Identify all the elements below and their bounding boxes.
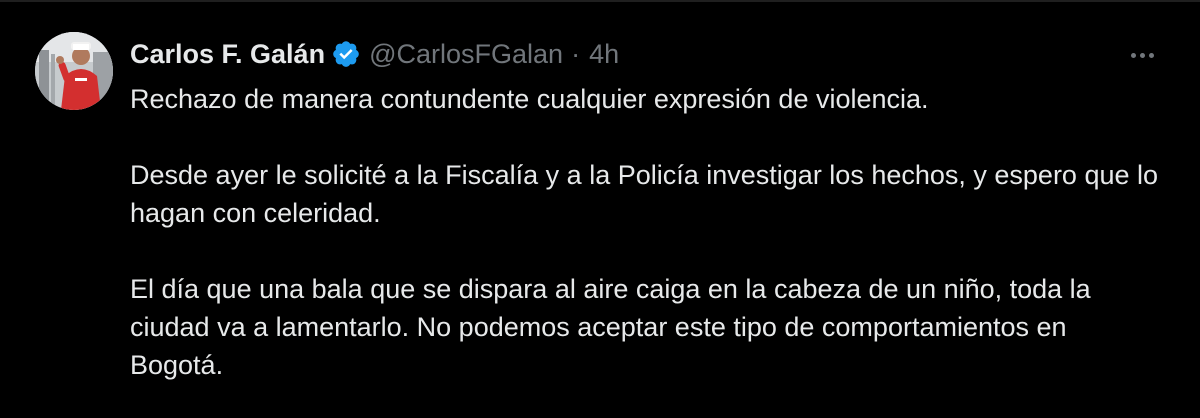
tweet-text: Rechazo de manera contundente cualquier …: [130, 80, 1160, 384]
avatar[interactable]: [35, 32, 113, 110]
more-dot: [1130, 52, 1136, 58]
more-dot: [1148, 52, 1154, 58]
verified-badge-icon: [331, 39, 361, 69]
author-handle[interactable]: @CarlosFGalan: [369, 39, 563, 70]
separator-dot: ·: [571, 38, 581, 69]
tweet-paragraph: El día que una bala que se dispara al ai…: [130, 274, 1091, 380]
author-display-name[interactable]: Carlos F. Galán: [130, 39, 325, 70]
tweet-header: Carlos F. Galán @CarlosFGalan · 4h: [130, 34, 619, 74]
tweet-paragraph: Rechazo de manera contundente cualquier …: [130, 84, 929, 114]
more-options-icon[interactable]: [1124, 40, 1160, 70]
tweet-paragraph: Desde ayer le solicité a la Fiscalía y a…: [130, 160, 1159, 228]
avatar-photo: [35, 32, 113, 110]
timestamp[interactable]: 4h: [589, 39, 619, 70]
divider: [0, 0, 1200, 2]
tweet-card[interactable]: Carlos F. Galán @CarlosFGalan · 4h Recha…: [0, 0, 1200, 418]
more-dot: [1139, 52, 1145, 58]
